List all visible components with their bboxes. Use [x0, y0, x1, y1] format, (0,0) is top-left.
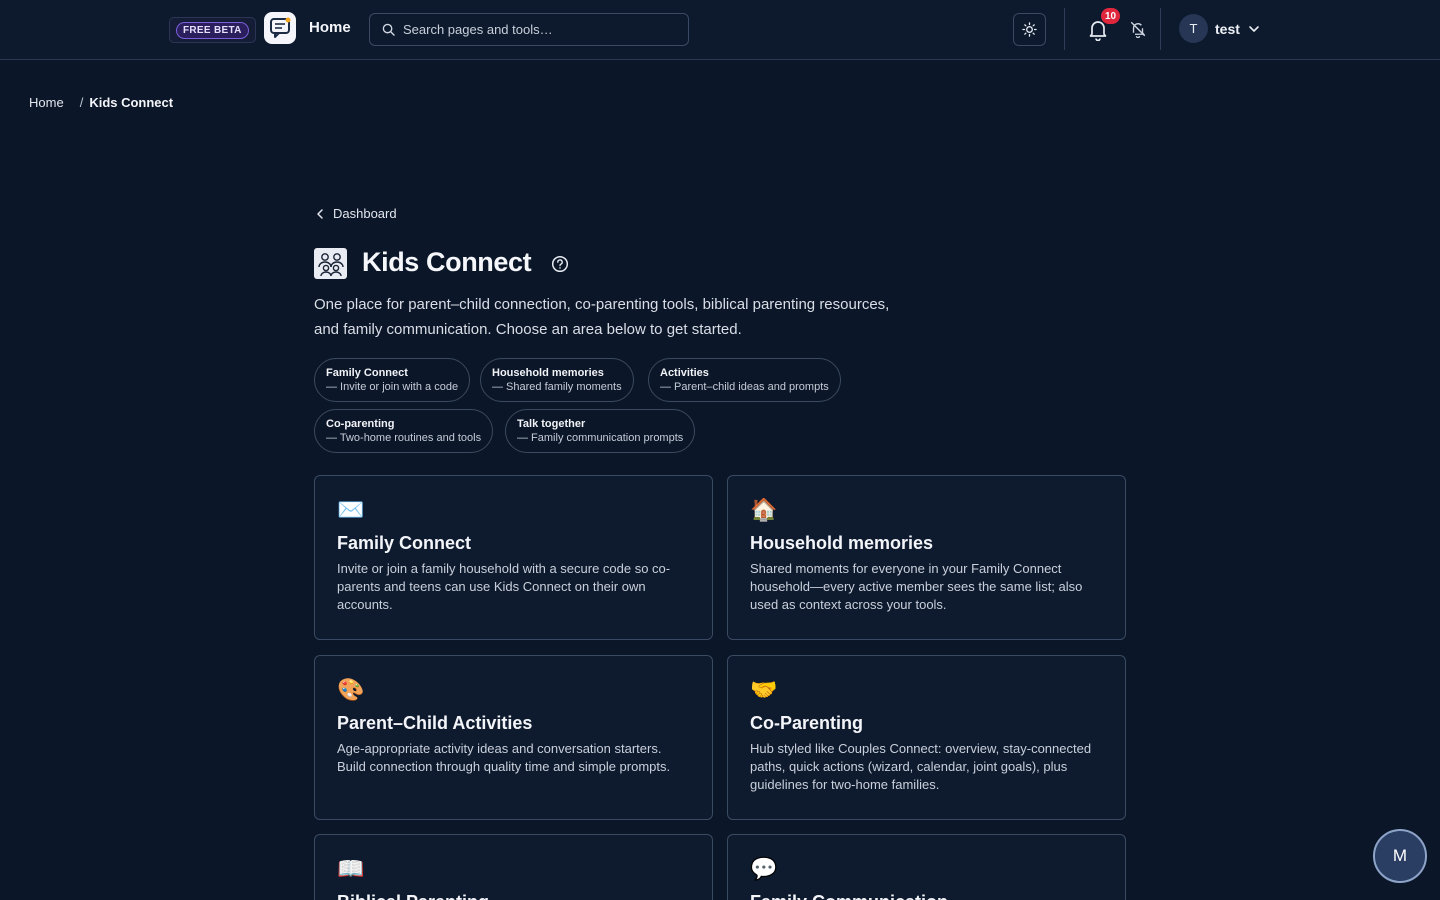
home-link[interactable]: Home — [309, 19, 351, 36]
page-title: Kids Connect — [362, 247, 532, 277]
beta-badge: FREE BETA — [169, 17, 256, 43]
card-family-communication[interactable]: 💬 Family Communication — [727, 834, 1126, 900]
chip-title: Family Connect — [326, 367, 408, 379]
back-to-dashboard-link[interactable]: Dashboard — [316, 206, 397, 221]
bell-off-icon[interactable] — [1129, 20, 1147, 38]
card-title: Biblical Parenting — [337, 892, 690, 900]
help-icon[interactable] — [551, 255, 569, 273]
user-name: test — [1215, 20, 1240, 37]
breadcrumb-separator: / — [79, 95, 84, 110]
search-input[interactable]: Search pages and tools… — [369, 13, 689, 46]
handshake-icon: 🤝 — [750, 678, 778, 703]
avatar: T — [1179, 14, 1208, 43]
card-family-connect[interactable]: ✉️ Family Connect Invite or join a famil… — [314, 475, 713, 640]
chip-title: Household memories — [492, 367, 604, 379]
chevron-down-icon — [1249, 25, 1259, 32]
chat-logo-icon — [270, 17, 291, 38]
chip-subtitle: — Invite or join with a code — [326, 381, 459, 393]
chip-co-parenting[interactable]: Co-parenting — Two-home routines and too… — [314, 409, 494, 453]
envelope-icon: ✉️ — [337, 498, 365, 523]
app-logo[interactable] — [264, 12, 296, 44]
divider — [1160, 8, 1161, 50]
chip-family-connect[interactable]: Family Connect — Invite or join with a c… — [314, 358, 471, 402]
card-description: Invite or join a family household with a… — [337, 561, 671, 612]
book-icon: 📖 — [337, 857, 365, 882]
chip-subtitle: — Parent–child ideas and prompts — [660, 381, 829, 393]
chevron-left-icon — [317, 208, 323, 219]
card-title: Parent–Child Activities — [337, 713, 533, 733]
speech-bubble-icon: 💬 — [750, 857, 778, 882]
card-parent-child-activities[interactable]: 🎨 Parent–Child Activities Age-appropriat… — [314, 655, 713, 820]
card-title: Family Communication — [750, 892, 1103, 900]
card-title: Family Connect — [337, 533, 472, 553]
card-description: Hub styled like Couples Connect: overvie… — [750, 741, 1092, 792]
chip-title: Co-parenting — [326, 418, 395, 430]
card-household-memories[interactable]: 🏠 Household memories Shared moments for … — [727, 475, 1126, 640]
user-menu[interactable]: T test — [1179, 14, 1260, 43]
sun-icon — [1022, 22, 1037, 37]
chip-title: Activities — [660, 367, 709, 379]
card-description: Shared moments for everyone in your Fami… — [750, 561, 1083, 612]
chip-activities[interactable]: Activities — Parent–child ideas and prom… — [648, 358, 841, 402]
chip-title: Talk together — [517, 418, 586, 430]
palette-icon: 🎨 — [337, 678, 365, 703]
card-co-parenting[interactable]: 🤝 Co-Parenting Hub styled like Couples C… — [727, 655, 1126, 820]
card-title: Household memories — [750, 533, 934, 553]
card-biblical-parenting[interactable]: 📖 Biblical Parenting — [314, 834, 713, 900]
notification-badge: 10 — [1101, 8, 1121, 24]
chip-subtitle: — Shared family moments — [492, 381, 622, 393]
search-icon — [382, 23, 395, 36]
top-bar: FREE BETA Home Search pages and tools… 1… — [0, 0, 1440, 60]
description-line-2: and family communication. Choose an area… — [314, 321, 742, 338]
back-label: Dashboard — [333, 206, 397, 221]
chip-household-memories[interactable]: Household memories — Shared family momen… — [480, 358, 634, 402]
beta-label: FREE BETA — [176, 21, 249, 39]
chip-talk-together[interactable]: Talk together — Family communication pro… — [505, 409, 696, 453]
description-line-1: One place for parent–child connection, c… — [314, 296, 890, 313]
card-title: Co-Parenting — [750, 713, 864, 733]
breadcrumb-home[interactable]: Home — [29, 95, 64, 110]
page-description: One place for parent–child connection, c… — [314, 292, 924, 342]
card-description: Age-appropriate activity ideas and conve… — [337, 741, 671, 774]
family-icon — [314, 248, 347, 279]
divider — [1064, 8, 1065, 50]
theme-toggle-button[interactable] — [1013, 13, 1046, 46]
house-icon: 🏠 — [750, 498, 778, 523]
breadcrumb: Home / Kids Connect — [29, 95, 173, 110]
breadcrumb-current: Kids Connect — [89, 95, 174, 110]
chip-subtitle: — Two-home routines and tools — [326, 432, 482, 444]
chip-subtitle: — Family communication prompts — [517, 432, 684, 444]
assistant-fab-button[interactable]: M — [1373, 829, 1427, 883]
search-placeholder: Search pages and tools… — [403, 22, 553, 37]
